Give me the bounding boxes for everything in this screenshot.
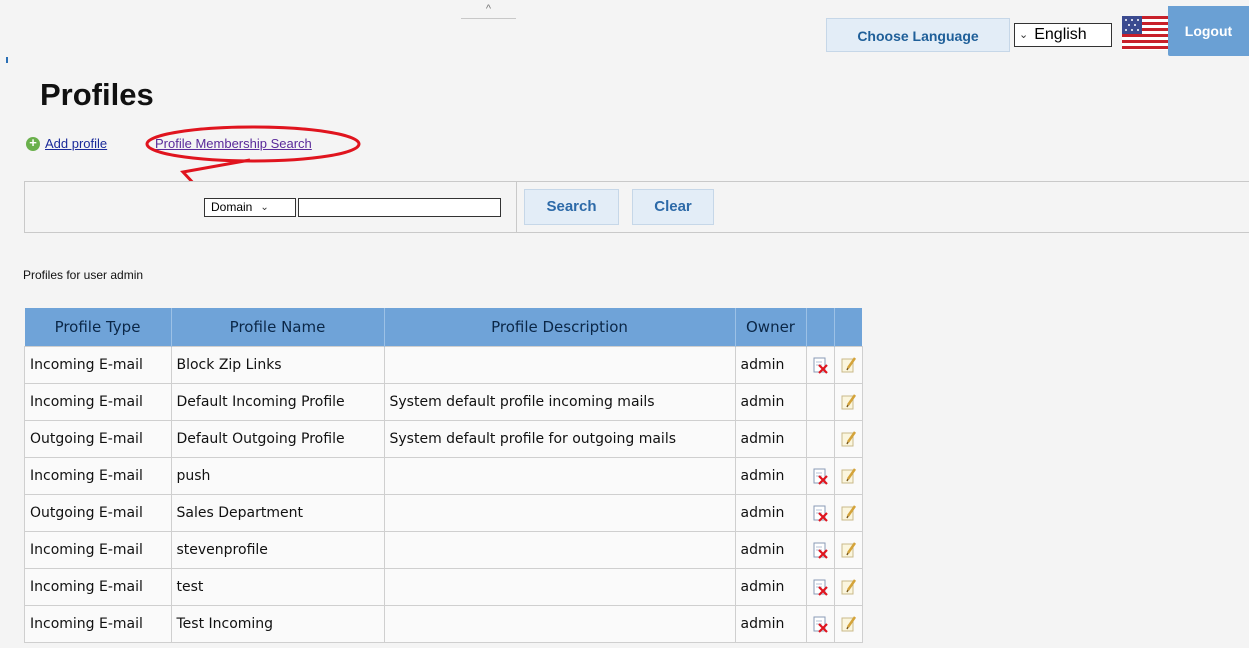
delete-profile-icon[interactable] [811, 615, 829, 633]
column-header-owner[interactable]: Owner [735, 308, 807, 347]
delete-cell [805, 605, 835, 643]
profiles-table-body: Incoming E-mail Block Zip Links admin Incom… [24, 346, 863, 643]
profile-description-cell: System default profile for outgoing mail… [383, 420, 736, 458]
profile-name-cell: Block Zip Links [170, 346, 385, 384]
edit-profile-icon[interactable] [839, 356, 857, 374]
profile-description-cell [383, 457, 736, 495]
edit-profile-icon[interactable] [839, 467, 857, 485]
delete-cell [805, 568, 835, 606]
search-input[interactable] [298, 198, 501, 217]
table-row[interactable]: Outgoing E-mail Default Outgoing Profile S… [24, 420, 863, 458]
profile-name-cell: Default Outgoing Profile [170, 420, 385, 458]
edit-cell [833, 531, 863, 569]
owner-cell: admin [734, 346, 807, 384]
profile-type-cell: Outgoing E-mail [24, 494, 172, 532]
profile-name-cell: Sales Department [170, 494, 385, 532]
delete-profile-icon[interactable] [811, 578, 829, 596]
delete-profile-icon[interactable] [811, 467, 829, 485]
edit-profile-icon[interactable] [839, 541, 857, 559]
clear-button[interactable]: Clear [632, 189, 714, 225]
delete-profile-icon[interactable] [811, 356, 829, 374]
profile-description-cell [383, 531, 736, 569]
domain-select-value: Domain [211, 200, 253, 214]
table-header-row: Profile Type Profile Name Profile Descri… [24, 308, 862, 347]
table-row[interactable]: Incoming E-mail Default Incoming Profile S… [24, 383, 863, 421]
table-row[interactable]: Incoming E-mail Block Zip Links admin [24, 346, 863, 384]
delete-cell [805, 420, 835, 458]
column-header-profile-name[interactable]: Profile Name [171, 308, 385, 347]
profile-description-cell: System default profile incoming mails [383, 383, 736, 421]
edit-cell [833, 605, 863, 643]
profile-name-cell: push [170, 457, 385, 495]
edit-profile-icon[interactable] [839, 504, 857, 522]
profile-name-cell: test [170, 568, 385, 606]
column-header-profile-description[interactable]: Profile Description [384, 308, 736, 347]
delete-cell [805, 346, 835, 384]
edit-profile-icon[interactable] [839, 578, 857, 596]
profile-description-cell [383, 605, 736, 643]
owner-cell: admin [734, 568, 807, 606]
profile-type-cell: Incoming E-mail [24, 383, 172, 421]
search-panel-divider [516, 181, 517, 233]
owner-cell: admin [734, 531, 807, 569]
profile-name-cell: stevenprofile [170, 531, 385, 569]
domain-select[interactable]: Domain ⌄ [204, 198, 296, 217]
edit-cell [833, 457, 863, 495]
owner-cell: admin [734, 420, 807, 458]
table-row[interactable]: Outgoing E-mail Sales Department admin [24, 494, 863, 532]
profile-type-cell: Outgoing E-mail [24, 420, 172, 458]
table-row[interactable]: Incoming E-mail push admin [24, 457, 863, 495]
edit-cell [833, 346, 863, 384]
delete-cell [805, 457, 835, 495]
search-button[interactable]: Search [524, 189, 619, 225]
profile-description-cell [383, 346, 736, 384]
profile-name-cell: Default Incoming Profile [170, 383, 385, 421]
column-header-actions [806, 308, 835, 347]
edit-cell [833, 383, 863, 421]
profile-type-cell: Incoming E-mail [24, 605, 172, 643]
edit-cell [833, 568, 863, 606]
profiles-table: Profile Type Profile Name Profile Descri… [24, 308, 863, 643]
edit-profile-icon[interactable] [839, 615, 857, 633]
edit-profile-icon[interactable] [839, 430, 857, 448]
profile-type-cell: Incoming E-mail [24, 531, 172, 569]
table-row[interactable]: Incoming E-mail test admin [24, 568, 863, 606]
table-row[interactable]: Incoming E-mail stevenprofile admin [24, 531, 863, 569]
owner-cell: admin [734, 457, 807, 495]
chevron-down-icon: ⌄ [260, 202, 269, 213]
profile-description-cell [383, 568, 736, 606]
table-row[interactable]: Incoming E-mail Test Incoming admin [24, 605, 863, 643]
profiles-for-user-label: Profiles for user admin [23, 268, 144, 282]
edit-cell [833, 494, 863, 532]
column-header-actions [834, 308, 862, 347]
delete-profile-icon[interactable] [811, 541, 829, 559]
column-header-profile-type[interactable]: Profile Type [24, 308, 172, 347]
profile-name-cell: Test Incoming [170, 605, 385, 643]
profile-description-cell [383, 494, 736, 532]
edit-profile-icon[interactable] [839, 393, 857, 411]
profile-type-cell: Incoming E-mail [24, 568, 172, 606]
edit-cell [833, 420, 863, 458]
owner-cell: admin [734, 383, 807, 421]
owner-cell: admin [734, 494, 807, 532]
delete-cell [805, 531, 835, 569]
profile-type-cell: Incoming E-mail [24, 457, 172, 495]
delete-profile-icon[interactable] [811, 504, 829, 522]
profile-type-cell: Incoming E-mail [24, 346, 172, 384]
owner-cell: admin [734, 605, 807, 643]
delete-cell [805, 383, 835, 421]
delete-cell [805, 494, 835, 532]
